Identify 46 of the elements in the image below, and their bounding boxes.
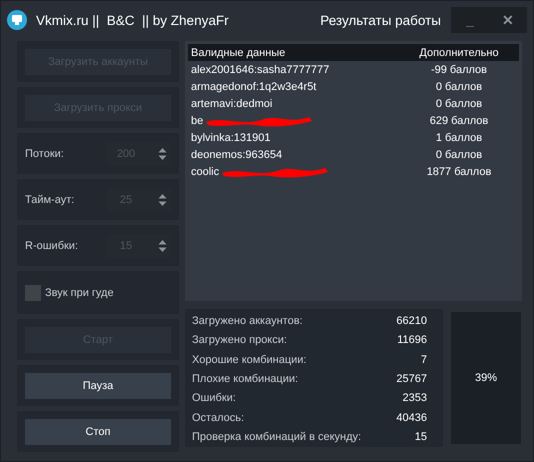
stat-label: Ошибки: xyxy=(192,392,236,404)
window-title: Vkmix.ru || B&C || by ZhenyaFr xyxy=(36,12,230,28)
up-down-arrows-icon[interactable] xyxy=(158,146,167,160)
progress-percent: 39% xyxy=(474,372,498,384)
stat-value: 40436 xyxy=(396,412,428,424)
app-logo-icon xyxy=(7,10,27,30)
table-cell-text: coolic xyxy=(190,166,220,178)
stat-value: 15 xyxy=(414,430,428,443)
column-header: Дополнительно xyxy=(418,46,500,58)
table-cell-text: -99 баллов xyxy=(430,64,488,76)
stat-label: Плохие комбинации: xyxy=(192,372,298,385)
stat-value: 25767 xyxy=(396,372,428,385)
stat-label: Загружено аккаунтов: xyxy=(192,315,303,327)
table-cell-text: 1877 баллов xyxy=(426,166,492,178)
table-cell-text: deonemos:963654 xyxy=(190,148,282,160)
field-label: Тайм-аут: xyxy=(25,194,76,206)
stat-value: 7 xyxy=(420,354,428,366)
table-cell-text: 0 баллов xyxy=(434,98,484,110)
table-cell-text: 629 баллов xyxy=(428,114,490,126)
stat-label: Осталось: xyxy=(192,412,244,424)
field-label: Потоки: xyxy=(25,148,65,160)
table-cell-text: bylvinka:131901 xyxy=(190,132,271,144)
table-cell-text: 1 баллов xyxy=(434,132,484,144)
column-header: Валидные данные xyxy=(190,46,286,58)
close-button[interactable]: ✕ xyxy=(489,12,527,28)
table-cell-text: armagedonof:1q2w3e4r5t xyxy=(190,80,316,92)
sound-checkbox[interactable] xyxy=(25,284,41,300)
field-label: R-ошибки: xyxy=(25,240,80,252)
stat-value: 11696 xyxy=(397,334,428,346)
stat-value: 66210 xyxy=(396,315,428,327)
table-cell-text: be xyxy=(190,114,204,126)
stat-label: Хорошие комбинации: xyxy=(192,354,306,366)
table-cell-text: 0 баллов xyxy=(434,80,484,92)
section-title: Результаты работы xyxy=(320,12,441,28)
table-cell-text: artemavi:dedmoi xyxy=(190,98,272,110)
up-down-arrows-icon[interactable] xyxy=(158,192,167,206)
table-cell-text: 0 баллов xyxy=(434,148,484,160)
stat-label: Проверка комбинаций в секунду: xyxy=(192,430,362,443)
checkbox-label: Звук при гуде xyxy=(45,286,114,298)
action-button[interactable]: Стоп xyxy=(25,418,171,444)
stat-value: 2353 xyxy=(402,392,428,404)
minimize-button[interactable]: _ xyxy=(451,12,489,28)
stat-label: Загружено прокси: xyxy=(192,334,287,346)
action-button[interactable]: Пауза xyxy=(25,372,171,398)
table-cell-text: alex2001646:sasha7777777 xyxy=(190,64,330,76)
up-down-arrows-icon[interactable] xyxy=(158,238,167,252)
